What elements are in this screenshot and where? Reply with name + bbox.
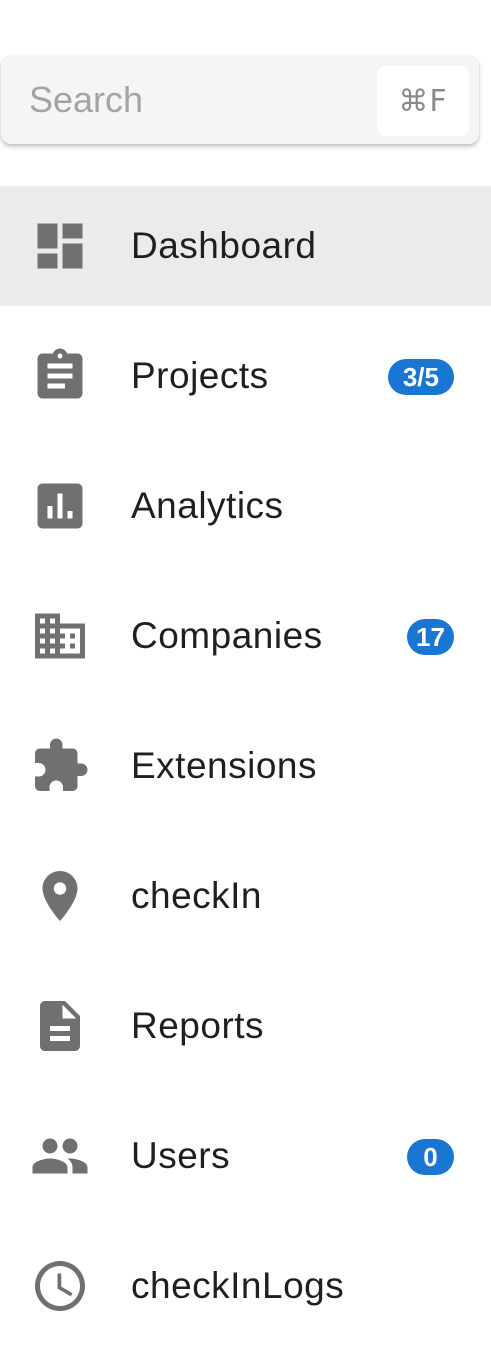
- sidebar-item-label: Dashboard: [131, 225, 317, 266]
- sidebar-item-label: Users: [131, 1135, 231, 1176]
- sidebar: ⌘F Dashboard Projects 3/5 Analytics: [0, 0, 491, 1358]
- document-icon: [30, 996, 90, 1056]
- dashboard-icon: [30, 216, 90, 276]
- puzzle-icon: [30, 736, 90, 796]
- count-badge: 0: [407, 1139, 454, 1175]
- sidebar-item-extensions[interactable]: Extensions: [0, 706, 491, 826]
- sidebar-item-label: checkInLogs: [131, 1265, 345, 1306]
- sidebar-item-label: Analytics: [131, 485, 284, 526]
- sidebar-item-label: Extensions: [131, 745, 317, 786]
- sidebar-item-reports[interactable]: Reports: [0, 966, 491, 1086]
- sidebar-item-users[interactable]: Users 0: [0, 1096, 491, 1216]
- search-shortcut-hint: ⌘F: [377, 66, 469, 136]
- sidebar-item-checkinlogs[interactable]: checkInLogs: [0, 1226, 491, 1346]
- people-icon: [30, 1126, 90, 1186]
- clock-icon: [30, 1256, 90, 1316]
- count-badge: 17: [407, 619, 454, 655]
- sidebar-item-dashboard[interactable]: Dashboard: [0, 186, 491, 306]
- sidebar-item-label: checkIn: [131, 875, 263, 916]
- sidebar-nav: Dashboard Projects 3/5 Analytics Compani…: [0, 186, 491, 1356]
- clipboard-icon: [30, 346, 90, 406]
- business-icon: [30, 606, 90, 666]
- search-input[interactable]: [29, 56, 359, 144]
- sidebar-item-label: Projects: [131, 355, 269, 396]
- location-pin-icon: [30, 866, 90, 926]
- sidebar-item-analytics[interactable]: Analytics: [0, 446, 491, 566]
- sidebar-item-projects[interactable]: Projects 3/5: [0, 316, 491, 436]
- sidebar-item-checkin[interactable]: checkIn: [0, 836, 491, 956]
- sidebar-item-companies[interactable]: Companies 17: [0, 576, 491, 696]
- sidebar-item-label: Companies: [131, 615, 323, 656]
- sidebar-item-label: Reports: [131, 1005, 265, 1046]
- search-box[interactable]: ⌘F: [1, 56, 479, 144]
- count-badge: 3/5: [387, 359, 454, 395]
- analytics-icon: [30, 476, 90, 536]
